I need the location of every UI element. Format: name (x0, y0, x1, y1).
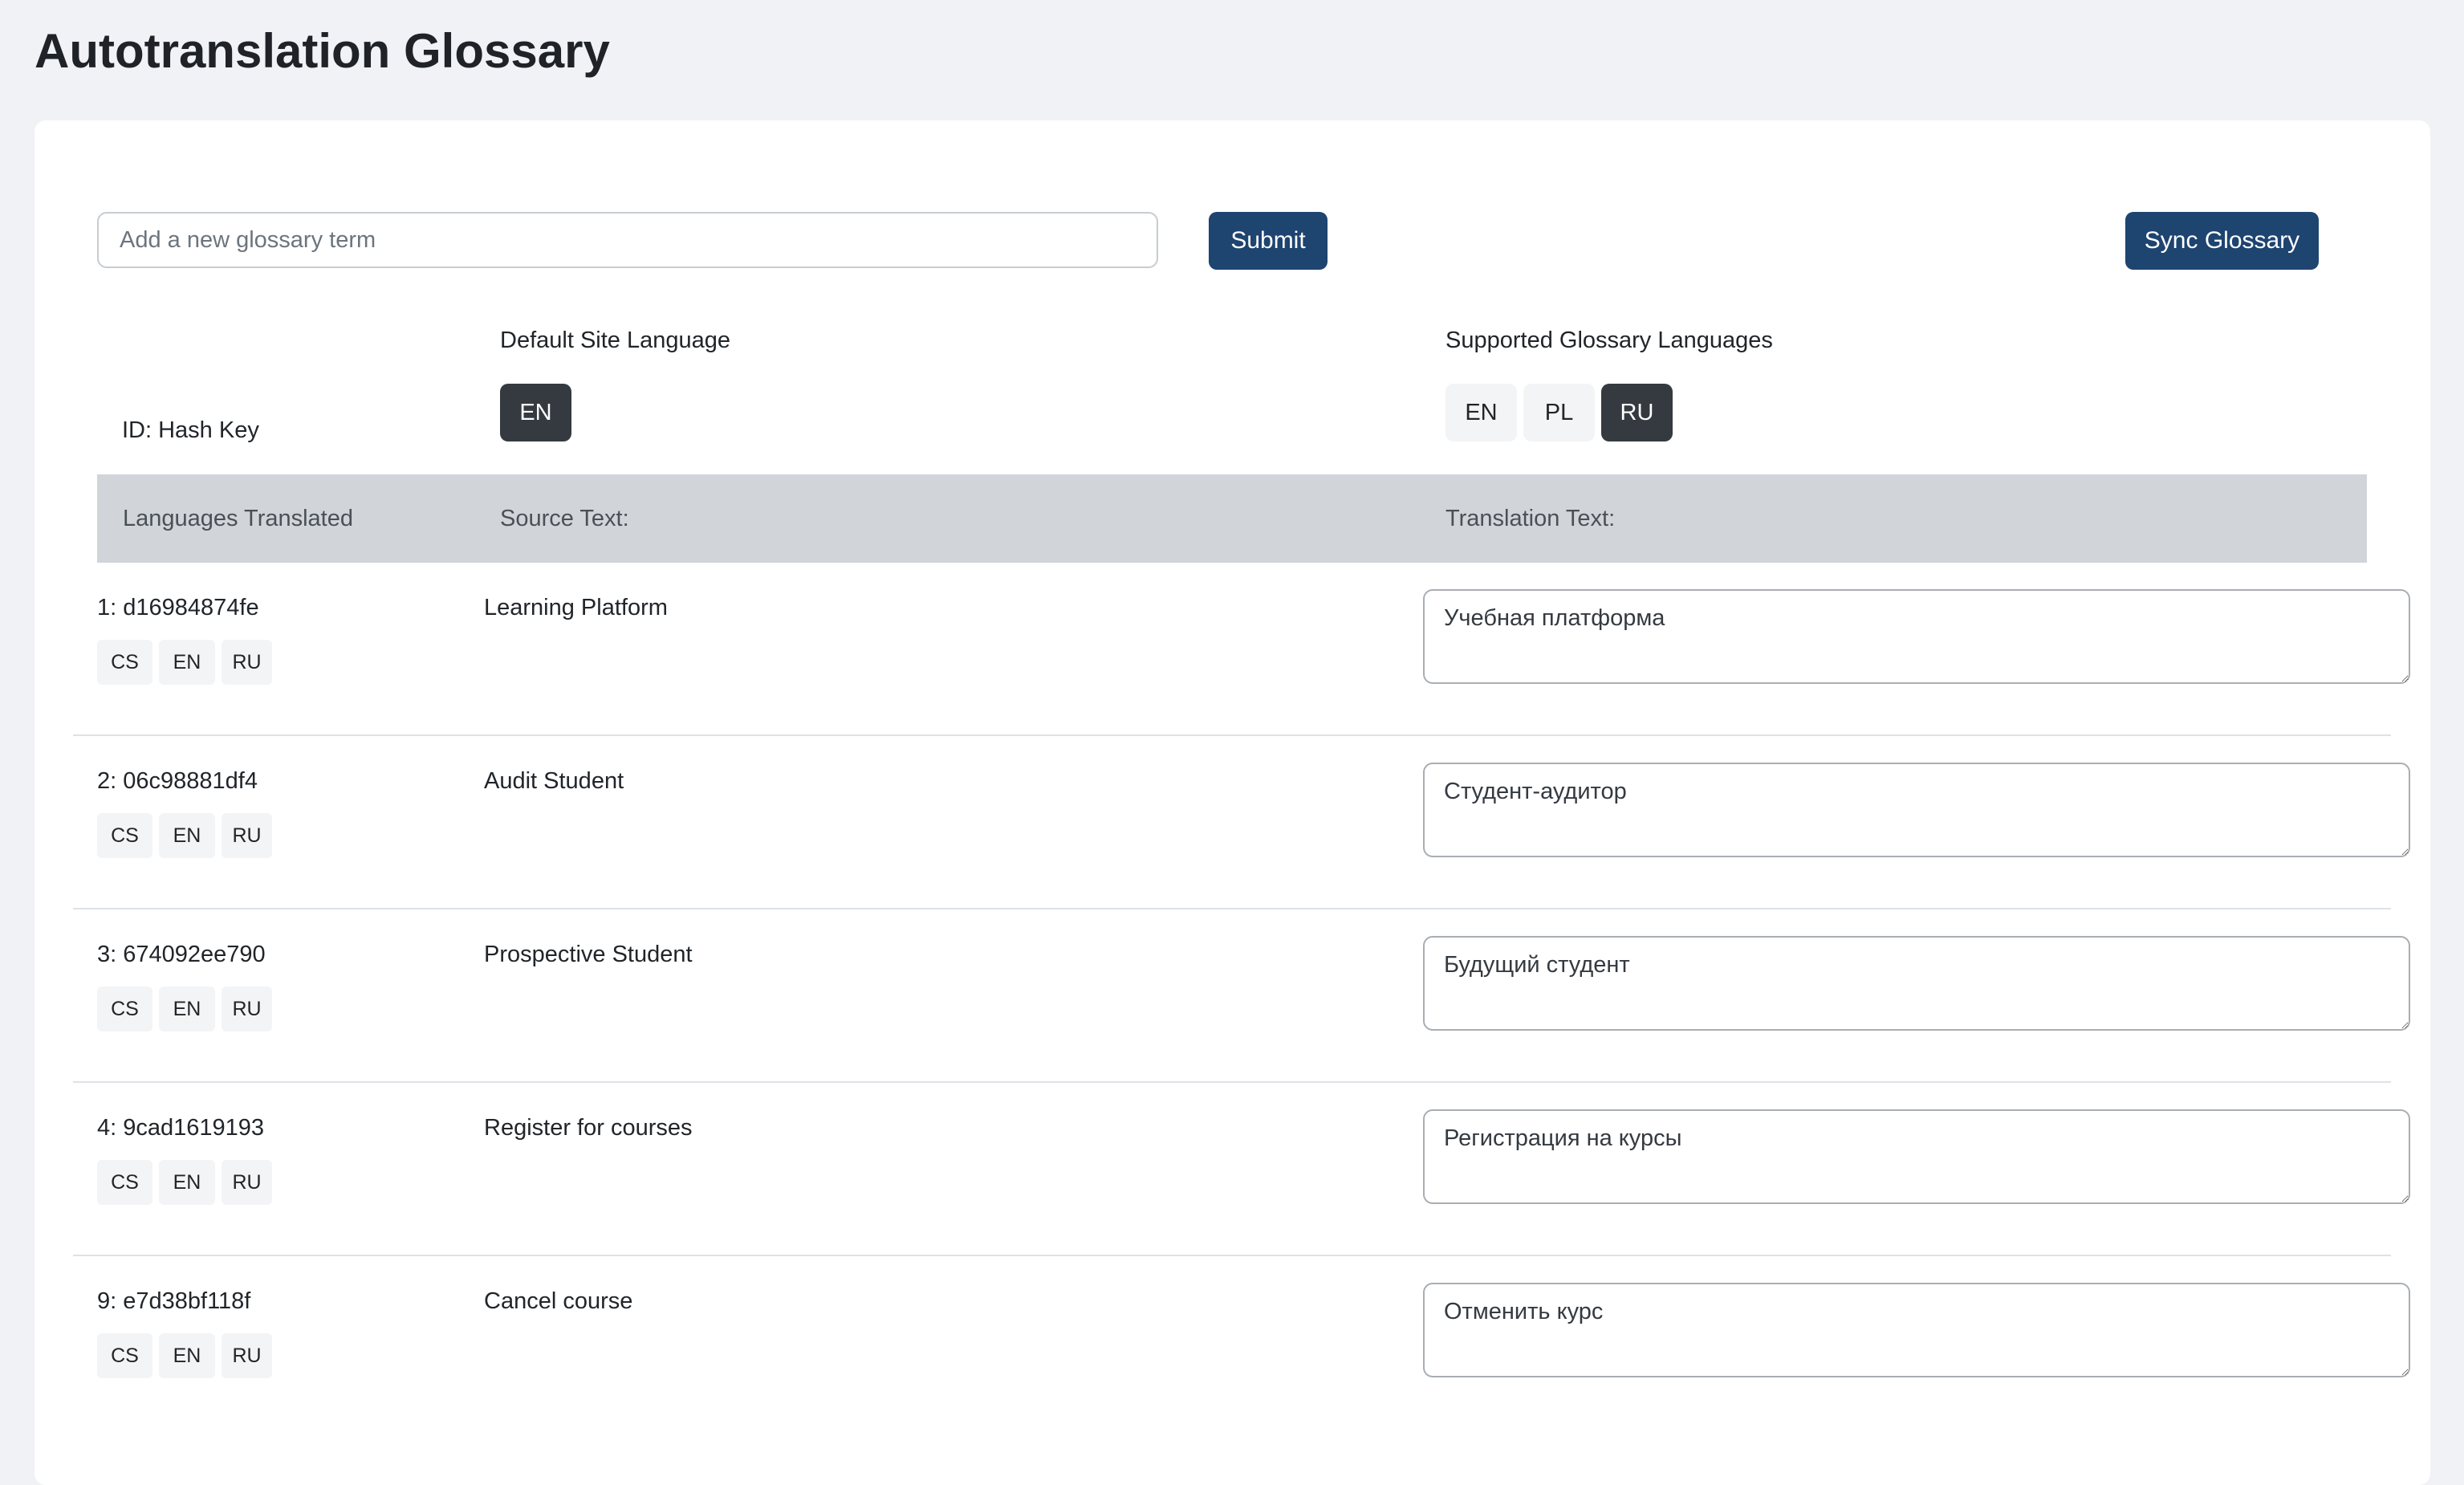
source-text: Prospective Student (484, 942, 693, 967)
glossary-rows: 1: d16984874fe CS EN RU Learning Platfor… (35, 563, 2430, 1430)
language-tag: RU (222, 1160, 272, 1205)
table-row: 2: 06c98881df4 CS EN RU Audit Student Ст… (73, 736, 2410, 909)
language-tag: EN (159, 1160, 215, 1205)
translation-textarea[interactable]: Отменить курс (1423, 1283, 2410, 1377)
supported-language-ru-button[interactable]: RU (1601, 384, 1673, 441)
translation-textarea[interactable]: Регистрация на курсы (1423, 1109, 2410, 1204)
submit-button[interactable]: Submit (1209, 212, 1328, 270)
supported-language-en-button[interactable]: EN (1445, 384, 1517, 441)
source-text: Cancel course (484, 1288, 633, 1314)
language-tag: CS (97, 987, 152, 1031)
default-language-heading: Default Site Language (500, 328, 730, 353)
language-tag: EN (159, 813, 215, 858)
sync-glossary-button[interactable]: Sync Glossary (2125, 212, 2319, 270)
term-id: 2: 06c98881df4 (97, 768, 258, 794)
language-tag: EN (159, 987, 215, 1031)
language-tag: EN (159, 1333, 215, 1378)
term-id: 3: 674092ee790 (97, 942, 266, 967)
language-tag: CS (97, 1160, 152, 1205)
default-language-group: EN (500, 384, 571, 441)
translation-text-header: Translation Text: (1445, 506, 1616, 531)
table-header: Languages Translated Source Text: Transl… (97, 474, 2367, 563)
source-text: Learning Platform (484, 595, 668, 620)
translation-textarea[interactable]: Будущий студент (1423, 936, 2410, 1031)
language-tag: EN (159, 640, 215, 685)
languages-translated-header: Languages Translated (123, 506, 353, 531)
id-hash-key-label: ID: Hash Key (122, 417, 259, 443)
supported-languages-group: EN PL RU (1445, 384, 1673, 441)
term-id: 9: e7d38bf118f (97, 1288, 251, 1314)
translation-textarea[interactable]: Студент-аудитор (1423, 763, 2410, 857)
default-language-en-button[interactable]: EN (500, 384, 571, 441)
table-row: 3: 674092ee790 CS EN RU Prospective Stud… (73, 909, 2410, 1083)
supported-languages-heading: Supported Glossary Languages (1445, 328, 1773, 353)
language-tag: RU (222, 813, 272, 858)
new-term-input[interactable] (97, 212, 1158, 268)
table-row: 1: d16984874fe CS EN RU Learning Platfor… (73, 563, 2410, 736)
translation-textarea[interactable]: Учебная платформа (1423, 589, 2410, 684)
translated-languages: CS EN RU (97, 1160, 272, 1205)
language-tag: RU (222, 1333, 272, 1378)
supported-language-pl-button[interactable]: PL (1523, 384, 1595, 441)
glossary-card: Submit Sync Glossary Default Site Langua… (35, 120, 2430, 1485)
page-title: Autotranslation Glossary (35, 24, 610, 78)
source-text: Register for courses (484, 1115, 693, 1141)
language-tag: CS (97, 1333, 152, 1378)
language-tag: CS (97, 813, 152, 858)
term-id: 4: 9cad1619193 (97, 1115, 265, 1141)
language-tag: CS (97, 640, 152, 685)
translated-languages: CS EN RU (97, 813, 272, 858)
table-row: 4: 9cad1619193 CS EN RU Register for cou… (73, 1083, 2410, 1256)
term-id: 1: d16984874fe (97, 595, 259, 620)
source-text: Audit Student (484, 768, 624, 794)
source-text-header: Source Text: (500, 506, 629, 531)
language-tag: RU (222, 640, 272, 685)
translated-languages: CS EN RU (97, 1333, 272, 1378)
language-tag: RU (222, 987, 272, 1031)
table-row: 9: e7d38bf118f CS EN RU Cancel course От… (73, 1256, 2410, 1430)
translated-languages: CS EN RU (97, 987, 272, 1031)
translated-languages: CS EN RU (97, 640, 272, 685)
